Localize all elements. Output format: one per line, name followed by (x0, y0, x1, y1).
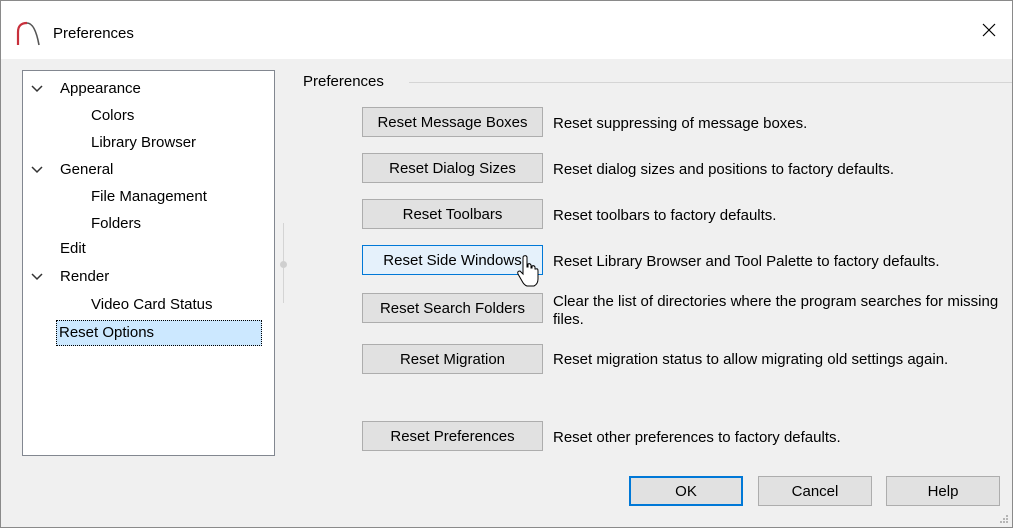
options-tree[interactable]: Appearance Colors Library Browser Genera… (22, 70, 275, 456)
reset-preferences-button[interactable]: Reset Preferences (362, 421, 543, 451)
ok-button[interactable]: OK (629, 476, 743, 506)
reset-side-windows-button[interactable]: Reset Side Windows (362, 245, 543, 275)
tree-item-video-card-status[interactable]: Video Card Status (91, 293, 212, 317)
chevron-down-icon[interactable] (30, 163, 44, 177)
tree-item-edit[interactable]: Edit (60, 237, 86, 261)
splitter-grip-icon[interactable] (280, 261, 287, 268)
tree-item-folders[interactable]: Folders (91, 212, 141, 236)
reset-preferences-description: Reset other preferences to factory defau… (553, 429, 841, 446)
group-divider (409, 82, 1012, 83)
tree-item-label: Colors (91, 107, 135, 124)
tree-item-reset-options[interactable]: Reset Options (56, 320, 262, 346)
tree-item-label: File Management (91, 188, 207, 205)
help-button[interactable]: Help (886, 476, 1000, 506)
reset-search-folders-description: Clear the list of directories where the … (553, 293, 999, 328)
reset-side-windows-description: Reset Library Browser and Tool Palette t… (553, 253, 940, 270)
cancel-button[interactable]: Cancel (758, 476, 872, 506)
tree-item-label: Reset Options (56, 320, 262, 346)
tree-item-label: Folders (91, 215, 142, 232)
tree-item-file-management[interactable]: File Management (91, 185, 207, 209)
preferences-dialog: Preferences Appearance Colors Library Br… (0, 0, 1013, 528)
tree-item-label: Edit (60, 240, 86, 257)
reset-toolbars-button[interactable]: Reset Toolbars (362, 199, 543, 229)
close-button[interactable] (966, 1, 1012, 59)
close-icon (982, 23, 996, 37)
tree-item-label: Appearance (60, 80, 141, 97)
window-title: Preferences (53, 25, 134, 42)
reset-message-boxes-description: Reset suppressing of message boxes. (553, 115, 808, 132)
arc-icon (16, 21, 40, 46)
reset-migration-button[interactable]: Reset Migration (362, 344, 543, 374)
tree-item-label: Render (60, 268, 110, 285)
chevron-down-icon[interactable] (30, 270, 44, 284)
group-label: Preferences (303, 73, 384, 90)
tree-item-library-browser[interactable]: Library Browser (91, 131, 196, 155)
reset-dialog-sizes-button[interactable]: Reset Dialog Sizes (362, 153, 543, 183)
reset-dialog-sizes-description: Reset dialog sizes and positions to fact… (553, 161, 895, 178)
tree-item-label: Library Browser (91, 134, 197, 151)
chevron-down-icon[interactable] (30, 82, 44, 96)
hand-pointer-icon (517, 255, 539, 287)
reset-migration-description: Reset migration status to allow migratin… (553, 351, 949, 368)
title-bar: Preferences (1, 1, 1012, 59)
tree-item-colors[interactable]: Colors (91, 104, 134, 128)
reset-toolbars-description: Reset toolbars to factory defaults. (553, 207, 777, 224)
reset-message-boxes-button[interactable]: Reset Message Boxes (362, 107, 543, 137)
resize-grip-icon[interactable] (998, 513, 1008, 523)
reset-search-folders-button[interactable]: Reset Search Folders (362, 293, 543, 323)
tree-item-label: Video Card Status (91, 296, 213, 313)
tree-item-label: General (60, 161, 114, 178)
